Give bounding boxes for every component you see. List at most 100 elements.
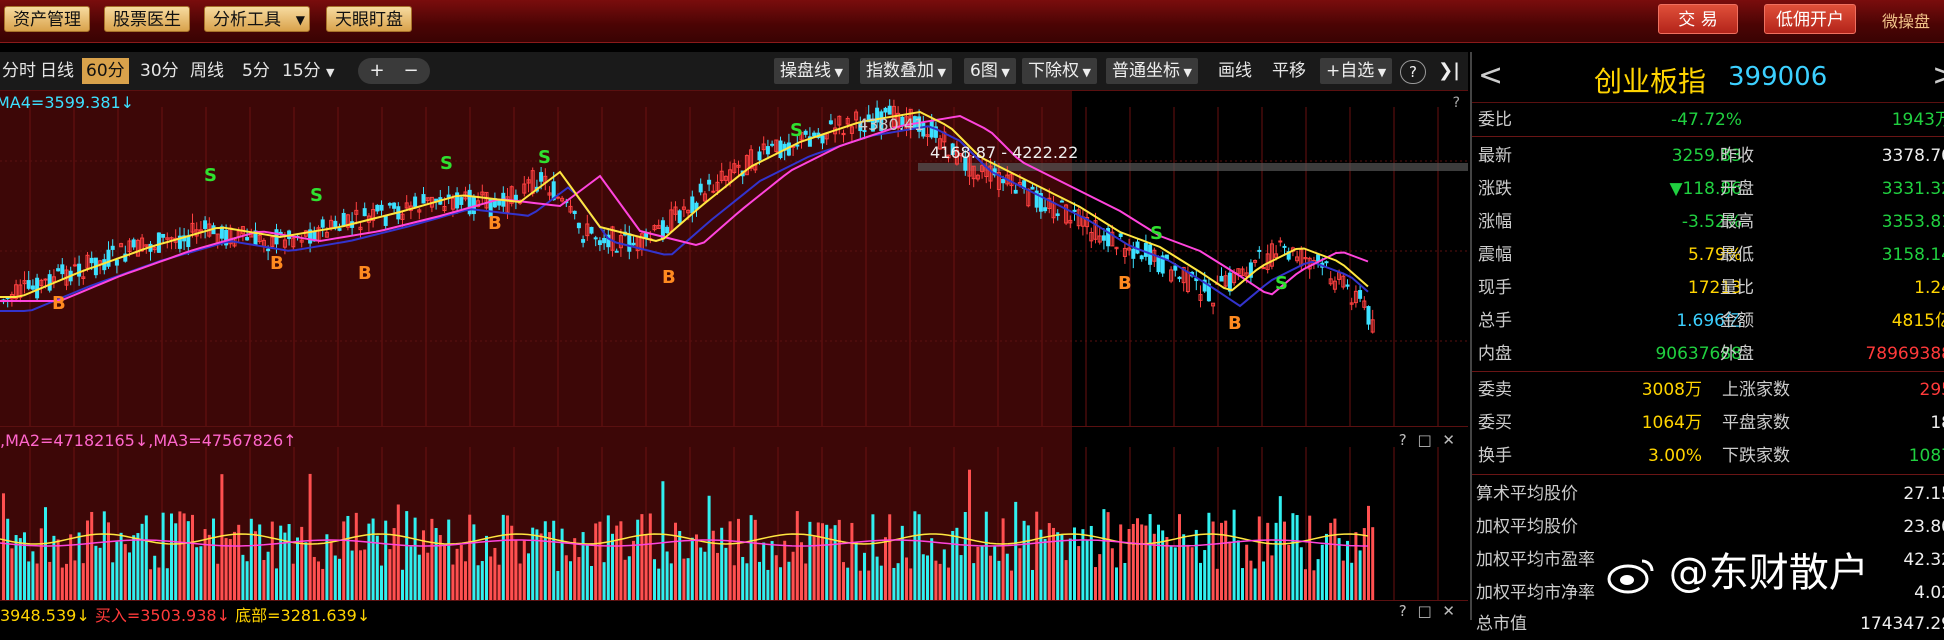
quote-panel: < 创业板指 399006 > 委比 -47.72% 1943万 最新 3259… bbox=[1470, 52, 1944, 634]
coordinate-dropdown[interactable]: 普通坐标 ▼ bbox=[1106, 58, 1198, 84]
volume-bar bbox=[212, 518, 215, 601]
zoom-out-button[interactable]: − bbox=[394, 58, 428, 84]
stock-doctor-button[interactable]: 股票医生 bbox=[104, 6, 190, 32]
volume-bar bbox=[1308, 515, 1312, 601]
tab-30min[interactable]: 30分 bbox=[136, 58, 183, 84]
collapse-panel-icon[interactable]: ❯| bbox=[1434, 58, 1464, 84]
index-name: 创业板指 bbox=[1594, 65, 1707, 98]
volume-bar bbox=[455, 548, 459, 601]
volume-bar bbox=[942, 549, 946, 601]
volume-bar bbox=[989, 555, 992, 601]
volume-bar bbox=[690, 537, 694, 601]
tab-daily[interactable]: 日线 bbox=[36, 58, 78, 84]
volume-ratio-value: 1.24 bbox=[1914, 278, 1944, 298]
analysis-tools-button[interactable]: 分析工具 ▼ bbox=[204, 6, 310, 32]
sell-signal-icon: S bbox=[790, 120, 803, 141]
candle bbox=[572, 210, 577, 215]
volume-bar bbox=[905, 557, 908, 601]
volume-bar bbox=[304, 542, 308, 601]
volume-bar bbox=[518, 563, 522, 601]
volume-bar bbox=[1274, 522, 1278, 601]
candle bbox=[1139, 255, 1144, 260]
volume-bar bbox=[81, 563, 85, 601]
trade-button[interactable]: 交 易 bbox=[1658, 4, 1738, 34]
chevron-down-icon: ▼ bbox=[831, 66, 843, 79]
volume-bar bbox=[363, 549, 367, 601]
volume-bar bbox=[598, 521, 602, 601]
change-label: 涨跌 bbox=[1478, 179, 1512, 199]
tab-60min[interactable]: 60分 bbox=[82, 58, 129, 84]
volume-bar bbox=[434, 528, 438, 601]
volume-bar bbox=[312, 556, 316, 601]
volume-bar bbox=[695, 534, 698, 601]
volume-bar bbox=[157, 567, 161, 601]
volume-bar bbox=[766, 569, 770, 601]
draw-line-button[interactable]: 画线 bbox=[1214, 58, 1256, 84]
candle bbox=[589, 226, 594, 234]
volume-bar bbox=[220, 474, 224, 601]
volume-bar bbox=[1094, 567, 1097, 601]
weibo-logo-icon bbox=[1607, 559, 1654, 594]
candle bbox=[446, 194, 451, 198]
pan-button[interactable]: 平移 bbox=[1268, 58, 1310, 84]
candle bbox=[1118, 233, 1123, 237]
index-overlay-dropdown[interactable]: 指数叠加 ▼ bbox=[860, 58, 952, 84]
high-label: 最高 bbox=[1720, 212, 1754, 232]
volume-bar bbox=[674, 522, 677, 601]
volume-bar bbox=[170, 513, 173, 601]
tianyan-monitor-button[interactable]: 天眼盯盘 bbox=[326, 6, 412, 32]
volume-bar bbox=[1115, 567, 1118, 601]
ex-rights-dropdown[interactable]: 下除权 ▼ bbox=[1022, 58, 1097, 84]
latest-label: 最新 bbox=[1478, 146, 1512, 166]
candle bbox=[1143, 242, 1148, 257]
buy-signal-icon: B bbox=[358, 263, 372, 284]
weicaopan-link[interactable]: 微操盘 bbox=[1882, 8, 1930, 32]
candlestick-chart[interactable]: S S S S S S S B B B B B B B bbox=[0, 91, 1468, 427]
volume-bar bbox=[569, 561, 572, 601]
volume-bar bbox=[527, 553, 530, 601]
tab-weekly[interactable]: 周线 bbox=[186, 58, 228, 84]
volume-bar bbox=[615, 525, 619, 601]
top-toolbar: 资产管理 股票医生 分析工具 ▼ 天眼盯盘 交 易 低佣开户 微操盘 bbox=[0, 0, 1944, 43]
volume-bar bbox=[1089, 525, 1093, 601]
volume-bar bbox=[123, 544, 127, 601]
buy-signal-icon: B bbox=[1118, 273, 1132, 294]
volume-bar bbox=[724, 547, 728, 601]
tab-intraday[interactable]: 分时 bbox=[0, 58, 40, 84]
volume-bar bbox=[1056, 532, 1060, 601]
previous-stock-button[interactable]: < bbox=[1478, 58, 1503, 93]
low-commission-open-account-button[interactable]: 低佣开户 bbox=[1764, 4, 1856, 34]
add-watchlist-dropdown[interactable]: +自选 ▼ bbox=[1320, 58, 1393, 84]
trading-line-dropdown[interactable]: 操盘线 ▼ bbox=[774, 58, 849, 84]
bid-volume-value: 1064万 bbox=[1641, 413, 1702, 433]
volume-bar bbox=[1245, 544, 1249, 601]
volume-bar bbox=[552, 520, 556, 601]
pane-controls[interactable]: ? □ ✕ bbox=[1399, 602, 1458, 620]
asset-management-button[interactable]: 资产管理 bbox=[4, 6, 90, 32]
volume-bar bbox=[409, 546, 413, 601]
candle bbox=[379, 204, 384, 211]
volume-bar bbox=[195, 547, 199, 601]
candle bbox=[677, 210, 682, 224]
tab-15min[interactable]: 15分 ▼ bbox=[278, 58, 339, 84]
volume-bar bbox=[1136, 518, 1139, 601]
volume-bar bbox=[514, 540, 518, 601]
candle bbox=[1177, 276, 1182, 280]
pane-controls[interactable]: ? □ ✕ bbox=[1399, 431, 1458, 449]
volume-bar bbox=[1224, 520, 1228, 601]
volume-bar bbox=[60, 567, 64, 601]
next-stock-button[interactable]: > bbox=[1932, 58, 1944, 93]
volume-chart[interactable] bbox=[0, 427, 1468, 601]
tab-5min[interactable]: 5分 bbox=[238, 58, 274, 84]
volume-bar bbox=[216, 563, 220, 601]
volume-bar bbox=[178, 511, 182, 601]
unchanged-label: 平盘家数 bbox=[1722, 413, 1790, 433]
pane-help-icon[interactable]: ? bbox=[1453, 95, 1460, 111]
help-icon[interactable]: ? bbox=[1400, 60, 1426, 84]
zoom-in-button[interactable]: + bbox=[360, 58, 394, 84]
chevron-down-icon: ▼ bbox=[295, 13, 305, 27]
volume-bar bbox=[1257, 516, 1261, 601]
chevron-down-icon: ▼ bbox=[1374, 66, 1387, 79]
volume-bar bbox=[1018, 548, 1022, 601]
six-charts-dropdown[interactable]: 6图 ▼ bbox=[964, 58, 1016, 84]
